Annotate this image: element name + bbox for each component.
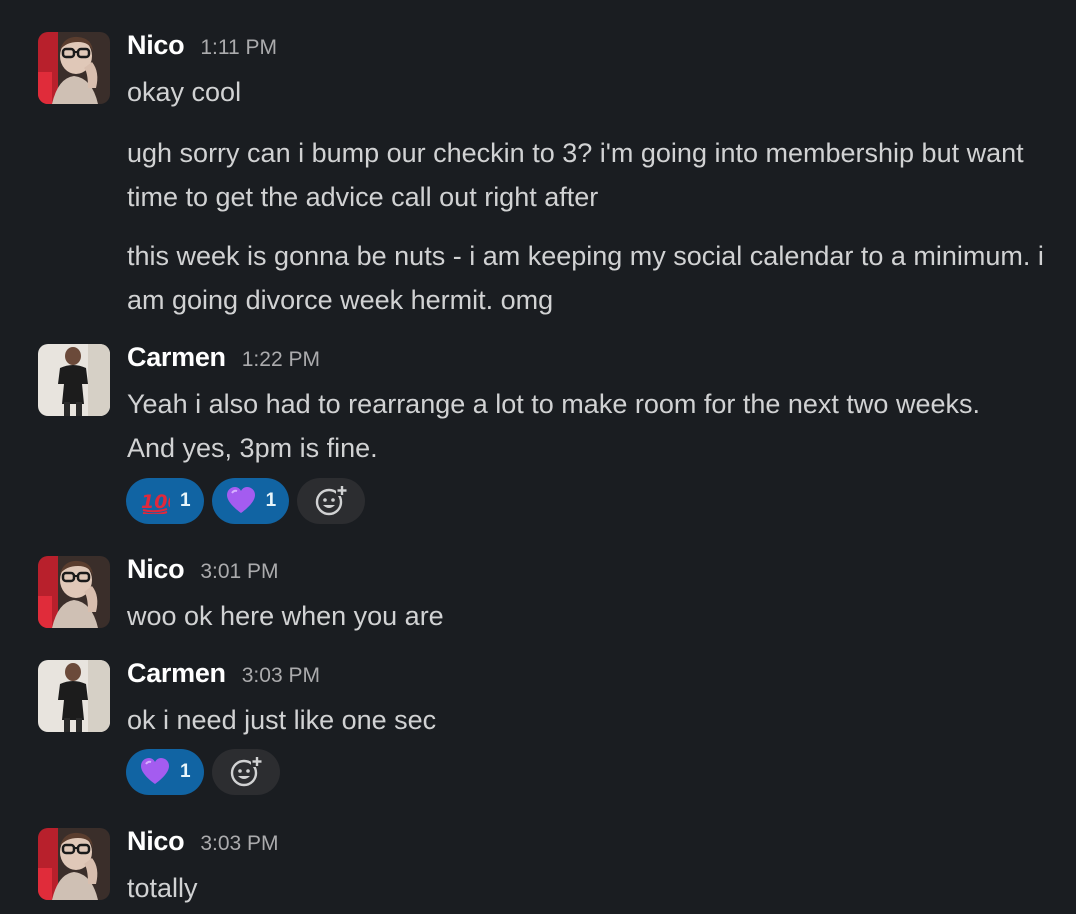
add-reaction-button[interactable] bbox=[211, 749, 280, 795]
timestamp[interactable]: 3:01 PM bbox=[200, 560, 278, 584]
avatar-carmen[interactable] bbox=[38, 660, 110, 732]
avatar-carmen[interactable] bbox=[38, 344, 110, 416]
reaction-bar: 100 1 1 bbox=[126, 478, 366, 524]
timestamp[interactable]: 3:03 PM bbox=[200, 832, 278, 856]
hundred-points-icon: 100 bbox=[140, 486, 170, 516]
avatar-nico[interactable] bbox=[38, 556, 110, 628]
reaction-hundred-points[interactable]: 100 1 bbox=[126, 478, 204, 524]
avatar-nico[interactable] bbox=[38, 32, 110, 104]
message-header: Nico 1:11 PM bbox=[127, 30, 277, 66]
timestamp[interactable]: 1:22 PM bbox=[242, 348, 320, 372]
message-header: Nico 3:01 PM bbox=[127, 554, 279, 590]
purple-heart-icon bbox=[140, 757, 170, 787]
message-text: totally bbox=[127, 873, 198, 903]
message-text: okay cool bbox=[127, 77, 242, 107]
reaction-count: 1 bbox=[180, 761, 191, 782]
message-text: Yeah i also had to rearrange a lot to ma… bbox=[127, 389, 980, 463]
sender-name[interactable]: Nico bbox=[127, 30, 185, 61]
message-text: ugh sorry can i bump our checkin to 3? i… bbox=[127, 138, 1024, 212]
purple-heart-icon bbox=[226, 486, 256, 516]
message-text: this week is gonna be nuts - i am keepin… bbox=[127, 241, 1044, 315]
reaction-count: 1 bbox=[265, 490, 277, 511]
message-text: woo ok here when you are bbox=[127, 601, 444, 631]
message-header: Nico 3:03 PM bbox=[127, 826, 279, 862]
reaction-purple-heart[interactable]: 1 bbox=[126, 749, 204, 795]
reaction-count: 1 bbox=[180, 490, 191, 511]
avatar-nico[interactable] bbox=[38, 828, 110, 900]
sender-name[interactable]: Carmen bbox=[127, 658, 226, 689]
sender-name[interactable]: Carmen bbox=[127, 342, 226, 373]
reaction-purple-heart[interactable]: 1 bbox=[211, 478, 290, 524]
reaction-bar: 1 bbox=[126, 749, 280, 795]
message-header: Carmen 1:22 PM bbox=[127, 342, 320, 378]
message-text: ok i need just like one sec bbox=[127, 705, 437, 735]
message-header: Carmen 3:03 PM bbox=[127, 658, 320, 694]
sender-name[interactable]: Nico bbox=[127, 826, 185, 857]
add-reaction-button[interactable] bbox=[297, 478, 366, 524]
timestamp[interactable]: 1:11 PM bbox=[200, 36, 277, 60]
add-reaction-icon bbox=[315, 484, 349, 516]
timestamp[interactable]: 3:03 PM bbox=[242, 664, 320, 688]
add-reaction-icon bbox=[230, 755, 263, 787]
sender-name[interactable]: Nico bbox=[127, 554, 185, 585]
